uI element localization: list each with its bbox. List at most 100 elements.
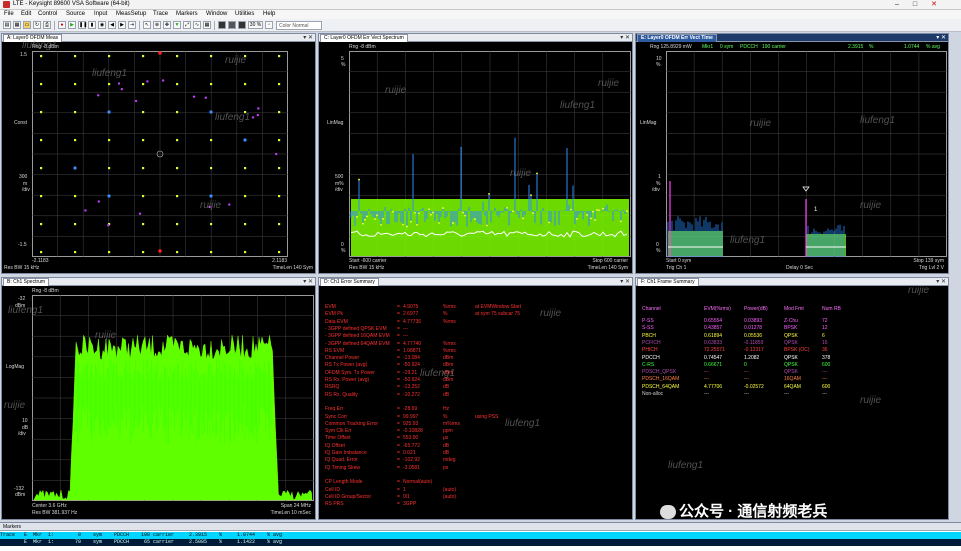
constellation-point: [107, 194, 111, 198]
maximize-button[interactable]: □: [906, 0, 924, 10]
layout-1-icon[interactable]: [218, 21, 226, 29]
grid-icon[interactable]: ▦: [203, 21, 211, 29]
frame-summary-row[interactable]: PDCCH 0.74547 1.2082 QPSK 378: [642, 355, 942, 361]
pane-a-ytop: 1.5: [20, 52, 27, 58]
error-summary-name: RS Rx. Power (avg): [325, 377, 370, 383]
stop-icon[interactable]: ●: [58, 21, 66, 29]
pane-f-tab[interactable]: F: Ch1 Frame Summary: [637, 278, 699, 286]
single-icon[interactable]: ▮: [88, 21, 96, 29]
pane-b-tab[interactable]: B: Ch1 Spectrum: [3, 278, 50, 286]
autoscale-icon[interactable]: ⤢: [183, 21, 191, 29]
err-spectrum-point: [358, 178, 360, 181]
pane-c-tab[interactable]: C: Layer0 OFDM Err Vect Spectrum: [320, 34, 408, 42]
pane-a-close-icon[interactable]: ▾ ✕: [303, 34, 313, 42]
constellation-point: [40, 111, 43, 114]
marker-row-1[interactable]: Trace E Mkr 1: 0 sym PDCCH 190 carrier 2…: [0, 532, 961, 539]
frame-summary-row[interactable]: PBCH 0.61894 0.05536 QPSK 6: [642, 333, 942, 339]
pane-f-frame-summary[interactable]: F: Ch1 Frame Summary ▾ ✕ Channel EVM(%rms…: [635, 277, 949, 520]
err-spectrum-point: [620, 220, 622, 223]
frame-summary-row[interactable]: PDSCH_16QAM --- --- 16QAM ---: [642, 376, 942, 382]
menu-meassetup[interactable]: MeasSetup: [116, 11, 146, 17]
pane-f-close-icon[interactable]: ▾ ✕: [936, 278, 946, 286]
constellation-point: [274, 152, 278, 156]
zoom-icon[interactable]: ⊕: [153, 21, 161, 29]
frame-summary-row[interactable]: S-SS 0.43857 0.01278 BPSK 12: [642, 325, 942, 331]
menu-input[interactable]: Input: [94, 11, 107, 17]
layout-2-icon[interactable]: [228, 21, 236, 29]
markers-panel[interactable]: Markers Trace E Mkr 1: 0 sym PDCCH 190 c…: [0, 522, 961, 551]
pane-e-close-icon[interactable]: ▾ ✕: [936, 34, 946, 42]
pane-d-error-summary[interactable]: D: Ch1 Error Summary ▾ ✕ EVM 4.9075 %rms at…: [318, 277, 633, 520]
constellation-point: [209, 194, 213, 198]
frame-summary-row[interactable]: PDSCH_64QAM 4.77706 -0.02572 64QAM 600: [642, 384, 942, 390]
forward-icon[interactable]: ▶: [118, 21, 126, 29]
constellation-point: [244, 251, 247, 254]
play-icon[interactable]: ▶: [68, 21, 76, 29]
frame-summary-row[interactable]: PHICH 72.25571 -0.12317 BPSK (OC) 36: [642, 347, 942, 353]
zoom-toggle-icon[interactable]: ▫: [265, 21, 273, 29]
pan-icon[interactable]: ✥: [163, 21, 171, 29]
menu-trace[interactable]: Trace: [153, 11, 168, 17]
pane-e-yname: LinMag: [640, 120, 657, 126]
watermark: ruijie: [598, 78, 620, 89]
err-spectrum-point: [414, 211, 416, 214]
color-scheme-select[interactable]: Color Normal: [276, 21, 322, 30]
minimize-button[interactable]: –: [888, 0, 906, 10]
err-vect-spectrum-plot[interactable]: [349, 51, 631, 257]
close-button[interactable]: ✕: [925, 0, 943, 10]
pane-b-close-icon[interactable]: ▾ ✕: [303, 278, 313, 286]
menu-window[interactable]: Window: [206, 11, 227, 17]
menu-help[interactable]: Help: [263, 11, 275, 17]
pause-icon[interactable]: ❚❚: [78, 21, 87, 29]
err-vect-time-plot[interactable]: 1: [666, 51, 947, 257]
pane-c-close-icon[interactable]: ▾ ✕: [620, 34, 630, 42]
error-summary-row: Sym Clk Err -0.10828 ppm =: [325, 428, 605, 434]
pane-c-err-vect-spectrum[interactable]: C: Layer0 OFDM Err Vect Spectrum ▾ ✕ Rng…: [318, 33, 633, 274]
frame-summary-row[interactable]: PCFICH 0.63833 -0.11859 QPSK 16: [642, 340, 942, 346]
pane-b-spectrum[interactable]: B: Ch1 Spectrum ▾ ✕ Rng -8 dBm -32 dBm L…: [1, 277, 316, 520]
menu-edit[interactable]: Edit: [21, 11, 31, 17]
record-icon[interactable]: ◉: [98, 21, 106, 29]
folder-icon[interactable]: ▭: [23, 21, 31, 29]
error-summary-row: RSRQ -13.252 dB =: [325, 384, 605, 390]
pane-d-close-icon[interactable]: ▾ ✕: [620, 278, 630, 286]
pane-e-err-vect-time[interactable]: E: Layer0 OFDM Err Vect Time ▾ ✕ Rng 125…: [635, 33, 949, 274]
constellation-point: [74, 139, 77, 142]
frame-summary-header-cell: Num RB: [822, 306, 841, 312]
menu-markers[interactable]: Markers: [176, 11, 198, 17]
constellation-point: [210, 223, 213, 226]
error-summary-row: Cell ID 1 (auto) =: [325, 487, 605, 493]
frame-summary-row[interactable]: P-SS 0.65554 0.03893 Z-Chu 72: [642, 318, 942, 324]
menu-source[interactable]: Source: [66, 11, 85, 17]
print-icon[interactable]: ⎙: [43, 21, 51, 29]
pane-a-constellation[interactable]: A: Layer0 OFDM Meas ▾ ✕ Rng -8 dBm 1.5 C…: [1, 33, 316, 274]
zoom-level[interactable]: 30 %: [248, 21, 263, 29]
pointer-icon[interactable]: ↖: [143, 21, 151, 29]
equals-sign: =: [397, 340, 400, 347]
pane-e-tab[interactable]: E: Layer0 OFDM Err Vect Time: [637, 34, 717, 42]
menu-utilities[interactable]: Utilities: [235, 11, 254, 17]
frame-summary-row[interactable]: C-RS 0.66671 0 QPSK 600: [642, 362, 942, 368]
equals-sign: =: [397, 450, 400, 456]
marker-icon[interactable]: ▼: [173, 21, 181, 29]
save-icon[interactable]: ▦: [13, 21, 21, 29]
menu-file[interactable]: File: [4, 11, 14, 17]
error-summary-val: -3.0581: [403, 464, 420, 471]
error-summary-name: RSRQ: [325, 384, 340, 391]
frame-summary-row[interactable]: PDSCH_QPSK --- --- QPSK ---: [642, 369, 942, 375]
marker-row-2[interactable]: E Mkr 1: 70 sym PDCCH 65 carrier 2.5085 …: [0, 539, 961, 546]
frame-summary-row[interactable]: Non-alloc --- --- --- ---: [642, 391, 942, 397]
constellation-point: [107, 224, 110, 227]
pane-d-tab[interactable]: D: Ch1 Error Summary: [320, 278, 379, 286]
open-icon[interactable]: ▤: [3, 21, 11, 29]
pane-e-titlebar: E: Layer0 OFDM Err Vect Time ▾ ✕: [636, 34, 948, 42]
layout-3-icon[interactable]: [238, 21, 246, 29]
menu-control[interactable]: Control: [38, 11, 57, 17]
restart-icon[interactable]: ↻: [33, 21, 41, 29]
spectrum-plot[interactable]: [32, 295, 314, 501]
constellation-point: [251, 116, 255, 119]
rewind-icon[interactable]: ◀: [108, 21, 116, 29]
constellation-plot[interactable]: [32, 51, 288, 257]
step-icon[interactable]: ⇥: [128, 21, 136, 29]
trace-icon[interactable]: ∿: [193, 21, 201, 29]
